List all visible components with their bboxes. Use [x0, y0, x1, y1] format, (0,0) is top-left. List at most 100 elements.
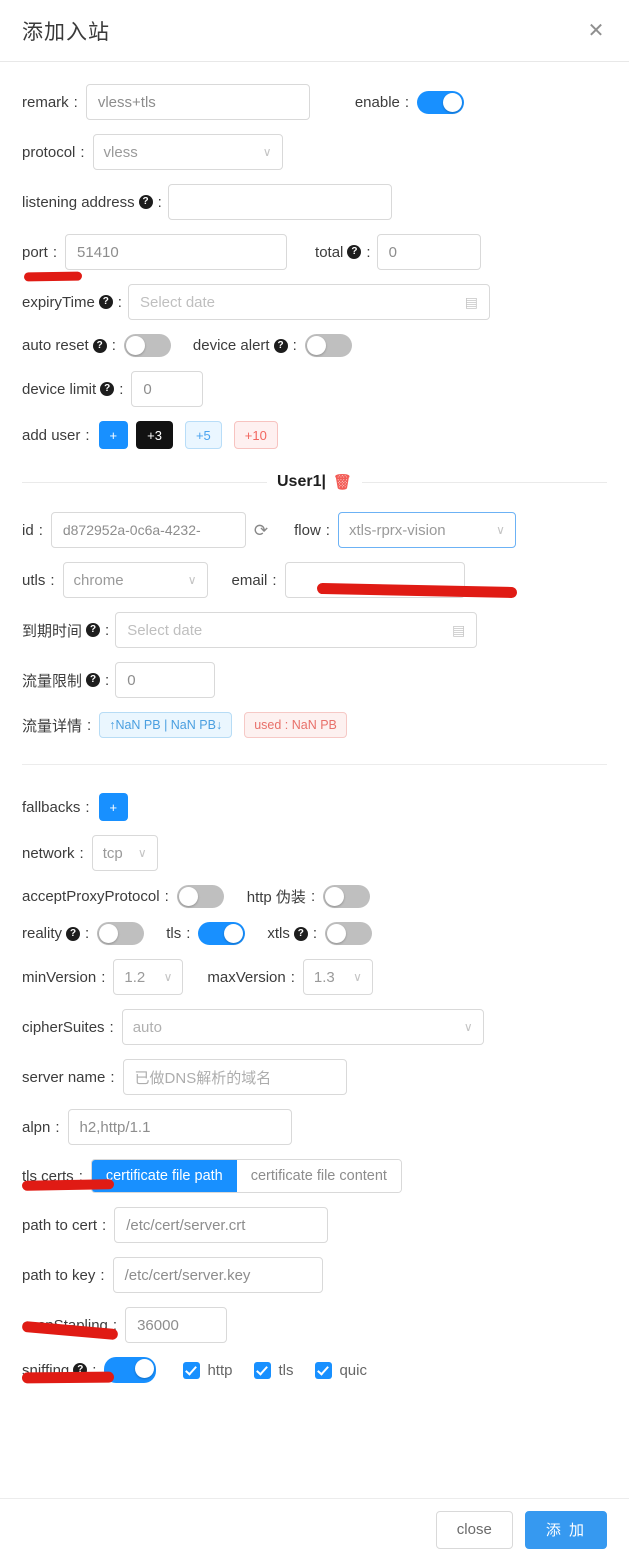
row-remark: remark: vless+tls enable: [22, 84, 607, 120]
trash-icon[interactable]: 🗑 [333, 475, 352, 490]
traffic-limit-cn-input[interactable]: 0 [115, 662, 216, 698]
close-icon[interactable]: ✕ [583, 18, 609, 44]
add-user-button[interactable]: + [98, 421, 129, 449]
min-version-select[interactable]: 1.2 ∨ [113, 959, 184, 995]
email-input[interactable] [284, 562, 465, 598]
ocsp-stapling-label-text: ocspStapling [22, 1316, 108, 1334]
add-3-users-button[interactable]: +3 [136, 421, 173, 449]
port-input[interactable]: 51410 [65, 234, 288, 270]
chevron-down-icon: ∨ [137, 846, 147, 860]
row-tls-certs: tls certs: certificate file path certifi… [22, 1159, 607, 1193]
refresh-icon[interactable]: ⟳ [254, 522, 268, 539]
alpn-label-text: alpn [22, 1118, 51, 1136]
traffic-limit-cn-label-text: 流量限制 [22, 672, 83, 690]
protocol-select[interactable]: vless ∨ [92, 134, 283, 170]
chevron-down-icon: ∨ [353, 970, 362, 984]
network-select[interactable]: tcp ∨ [91, 835, 158, 871]
device-alert-toggle[interactable] [304, 334, 352, 357]
max-version-select[interactable]: 1.3 ∨ [302, 959, 373, 995]
http-disguise-toggle[interactable] [323, 885, 371, 908]
help-icon[interactable]: ? [86, 623, 101, 637]
sniffing-quic-checkbox[interactable]: quic [315, 1361, 367, 1379]
user-divider: User1| 🗑 [22, 473, 607, 491]
user-name-text: User1| [277, 473, 326, 490]
cipher-suites-value: auto [132, 1018, 162, 1036]
tls-certs-label: tls certs: [22, 1167, 83, 1185]
help-icon[interactable]: ? [92, 338, 107, 353]
traffic-detail-cn-label: 流量详情: [22, 716, 92, 735]
network-label: network: [22, 844, 84, 862]
help-icon[interactable]: ? [66, 926, 81, 941]
ocsp-stapling-label: ocspStapling: [22, 1316, 118, 1334]
network-value: tcp [102, 844, 123, 862]
flow-select[interactable]: xtls-rprx-vision ∨ [337, 512, 516, 548]
reality-label: reality ?: [22, 925, 90, 942]
tls-certs-option-file-content[interactable]: certificate file content [236, 1160, 401, 1192]
divider-line-right [362, 481, 607, 483]
auto-reset-toggle[interactable] [123, 334, 171, 357]
xtls-label-text: xtls [267, 925, 290, 942]
alpn-label: alpn: [22, 1118, 60, 1136]
add-fallback-button[interactable]: + [98, 793, 129, 821]
help-icon[interactable]: ? [273, 338, 288, 353]
utls-select[interactable]: chrome ∨ [62, 562, 208, 598]
help-icon[interactable]: ? [73, 1363, 88, 1377]
reality-toggle[interactable] [97, 922, 145, 945]
row-traffic-detail-cn: 流量详情: ↑NaN PB | NaN PB↓ used : NaN PB [22, 712, 607, 738]
enable-toggle[interactable] [417, 90, 465, 114]
protocol-label: protocol: [22, 143, 85, 161]
sniffing-toggle[interactable] [104, 1357, 157, 1383]
sniffing-quic-label: quic [339, 1361, 367, 1379]
help-icon[interactable]: ? [100, 382, 115, 396]
submit-button[interactable]: 添 加 [524, 1510, 607, 1549]
listening-address-input[interactable] [167, 184, 392, 220]
help-icon[interactable]: ? [347, 245, 362, 259]
add-10-users-button[interactable]: +10 [233, 421, 278, 449]
expiry-cn-input[interactable]: Select date ▤ [115, 612, 478, 648]
sniffing-http-checkbox[interactable]: http [183, 1361, 232, 1379]
device-limit-label: device limit ?: [22, 380, 124, 398]
row-utls-email: utls: chrome ∨ email: [22, 562, 607, 598]
tls-certs-option-file-path[interactable]: certificate file path [91, 1160, 237, 1192]
ocsp-stapling-input[interactable]: 36000 [125, 1307, 228, 1343]
network-label-text: network [22, 844, 75, 862]
listening-address-label-text: listening address [22, 193, 135, 211]
max-version-label-text: maxVersion [207, 968, 286, 986]
row-cipher-suites: cipherSuites: auto ∨ [22, 1009, 607, 1045]
xtls-toggle[interactable] [325, 922, 373, 945]
tls-toggle[interactable] [198, 922, 246, 945]
add-5-users-button[interactable]: +5 [184, 421, 222, 449]
close-button[interactable]: close [435, 1510, 513, 1549]
help-icon[interactable]: ? [98, 295, 113, 309]
accept-proxy-protocol-toggle[interactable] [176, 885, 224, 908]
sniffing-tls-checkbox[interactable]: tls [254, 1361, 293, 1379]
dialog-body: remark: vless+tls enable: protocol: vles… [0, 62, 629, 1502]
device-limit-input[interactable]: 0 [131, 371, 204, 407]
server-name-input[interactable]: 已做DNS解析的域名 [122, 1059, 347, 1095]
min-version-label-text: minVersion [22, 968, 97, 986]
traffic-used-tag: used : NaN PB [244, 712, 347, 738]
enable-label: enable: [354, 93, 410, 111]
total-input[interactable]: 0 [376, 234, 481, 270]
enable-label-text: enable [354, 93, 400, 111]
alpn-input[interactable]: h2,http/1.1 [67, 1109, 292, 1145]
remark-input[interactable]: vless+tls [85, 84, 310, 120]
tls-label: tls: [166, 925, 191, 942]
expiry-time-input[interactable]: Select date ▤ [127, 284, 490, 320]
expiry-cn-placeholder: Select date [127, 621, 203, 639]
id-input[interactable]: d872952a-0c6a-4232- [50, 512, 246, 548]
path-to-key-input[interactable]: /etc/cert/server.key [112, 1257, 323, 1293]
section-divider [22, 764, 607, 765]
tls-certs-segmented[interactable]: certificate file path certificate file c… [90, 1159, 402, 1193]
row-path-to-cert: path to cert: /etc/cert/server.crt [22, 1207, 607, 1243]
help-icon[interactable]: ? [293, 926, 308, 941]
help-icon[interactable]: ? [86, 673, 101, 687]
cipher-suites-label-text: cipherSuites [22, 1018, 105, 1036]
flow-label-text: flow [294, 521, 321, 539]
http-disguise-label-text: http 伪装 [246, 889, 306, 906]
cipher-suites-select[interactable]: auto ∨ [121, 1009, 484, 1045]
help-icon[interactable]: ? [138, 195, 153, 209]
row-auto-reset: auto reset ?: device alert ?: [22, 334, 607, 357]
path-to-cert-input[interactable]: /etc/cert/server.crt [114, 1207, 329, 1243]
id-label: id: [22, 521, 43, 539]
